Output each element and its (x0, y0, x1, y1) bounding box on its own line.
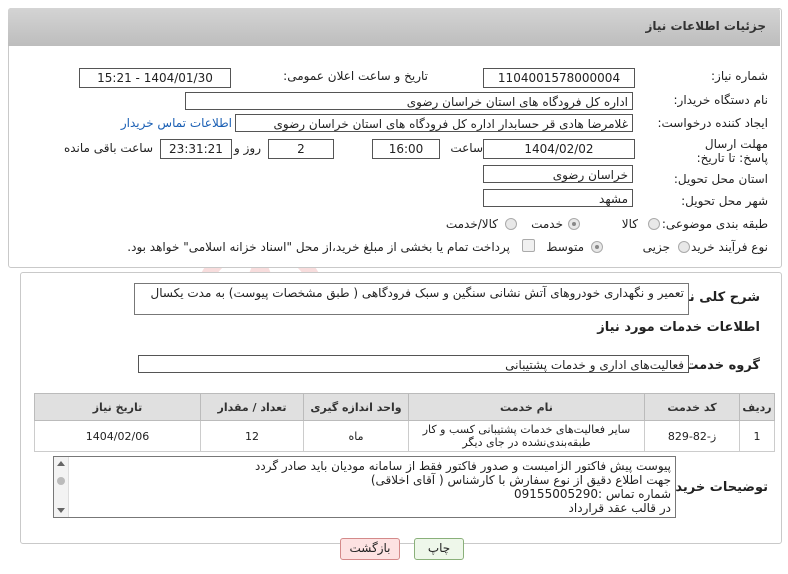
cell-unit: ماه (303, 420, 409, 452)
deadline-label: مهلت ارسال پاسخ: تا تاریخ: (696, 137, 768, 165)
buyer-note-line: پیوست پیش فاکتور الزامیست و صدور فاکتور … (255, 459, 671, 473)
remaining-time-field: 23:31:21 (160, 139, 232, 159)
services-section-title: اطلاعات خدمات مورد نیاز (597, 320, 760, 335)
service-group-field: فعالیت‌های اداری و خدمات پشتیبانی (138, 355, 689, 373)
cell-name: سایر فعالیت‌های خدمات پشتیبانی کسب و کار… (408, 420, 645, 452)
category-radio-service[interactable] (568, 218, 580, 230)
creator-label: ایجاد کننده درخواست: (657, 116, 768, 130)
province-label: استان محل تحویل: (673, 172, 768, 186)
services-table: ردیف کد خدمت نام خدمت واحد اندازه گیری ت… (34, 393, 775, 452)
buyer-org-field: اداره کل فرودگاه های استان خراسان رضوی (185, 92, 633, 110)
scroll-up-icon[interactable] (57, 461, 65, 466)
treasury-checkbox[interactable] (522, 239, 535, 252)
notes-scrollbar[interactable] (54, 457, 69, 517)
buyer-note-line: در قالب عقد قرارداد (568, 501, 671, 515)
col-unit-header: واحد اندازه گیری (303, 393, 409, 421)
col-qty-header: تعداد / مقدار (200, 393, 304, 421)
process-radio-minor[interactable] (678, 241, 690, 253)
category-radio-goods-service[interactable] (505, 218, 517, 230)
province-field: خراسان رضوی (483, 165, 633, 183)
deadline-time-label: ساعت (450, 141, 483, 155)
buyer-contact-link[interactable]: اطلاعات تماس خریدار (121, 116, 232, 130)
col-code-header: کد خدمت (644, 393, 740, 421)
deadline-time-field: 16:00 (372, 139, 440, 159)
days-label: روز و (234, 141, 261, 155)
panel-header: جزئیات اطلاعات نیاز (8, 8, 780, 46)
deadline-date-field: 1404/02/02 (483, 139, 635, 159)
category-label: طبقه بندی موضوعی: (661, 217, 768, 231)
days-field: 2 (268, 139, 334, 159)
print-button[interactable]: چاپ (414, 538, 464, 560)
table-header-row: ردیف کد خدمت نام خدمت واحد اندازه گیری ت… (34, 393, 775, 421)
cell-row: 1 (739, 420, 775, 452)
city-label: شهر محل تحویل: (681, 194, 768, 208)
category-option-goods: کالا (621, 217, 638, 231)
city-field: مشهد (483, 189, 633, 207)
payment-note: پرداخت تمام یا بخشی از مبلغ خرید،از محل … (127, 240, 510, 254)
category-option-goods-service: کالا/خدمت (445, 217, 498, 231)
back-button[interactable]: بازگشت (340, 538, 400, 560)
col-row-header: ردیف (739, 393, 775, 421)
cell-date: 1404/02/06 (34, 420, 201, 452)
process-radio-medium[interactable] (591, 241, 603, 253)
process-label: نوع فرآیند خرید : (683, 240, 768, 254)
description-field: تعمیر و نگهداری خودروهای آتش نشانی سنگین… (134, 283, 689, 315)
table-row: 1 ز-82-829 سایر فعالیت‌های خدمات پشتیبان… (34, 420, 775, 452)
col-name-header: نام خدمت (408, 393, 645, 421)
announce-field: 1404/01/30 - 15:21 (79, 68, 231, 88)
need-number-field: 1104001578000004 (483, 68, 635, 88)
need-number-label: شماره نیاز: (711, 69, 768, 83)
col-date-header: تاریخ نیاز (34, 393, 201, 421)
service-group-label: گروه خدمت: (680, 358, 760, 373)
remaining-label: ساعت باقی مانده (63, 141, 153, 155)
creator-field: غلامرضا هادی قر حسابدار اداره کل فرودگاه… (235, 114, 633, 132)
announce-label: تاریخ و ساعت اعلان عمومی: (283, 69, 428, 83)
category-radio-goods[interactable] (648, 218, 660, 230)
buyer-notes-textarea[interactable]: پیوست پیش فاکتور الزامیست و صدور فاکتور … (53, 456, 676, 518)
cell-qty: 12 (200, 420, 304, 452)
process-option-minor: جزیی (642, 240, 670, 254)
buyer-note-line: جهت اطلاع دقیق از نوع سفارش با کارشناس (… (370, 473, 671, 487)
buyer-org-label: نام دستگاه خریدار: (673, 93, 769, 107)
cell-code: ز-82-829 (644, 420, 740, 452)
process-option-medium: متوسط (546, 240, 584, 254)
scroll-down-icon[interactable] (57, 508, 65, 513)
buyer-note-line: شماره تماس :09155005290 (514, 487, 671, 501)
panel-title: جزئیات اطلاعات نیاز (645, 19, 766, 33)
category-option-service: خدمت (531, 217, 563, 231)
scroll-thumb[interactable] (57, 477, 65, 485)
